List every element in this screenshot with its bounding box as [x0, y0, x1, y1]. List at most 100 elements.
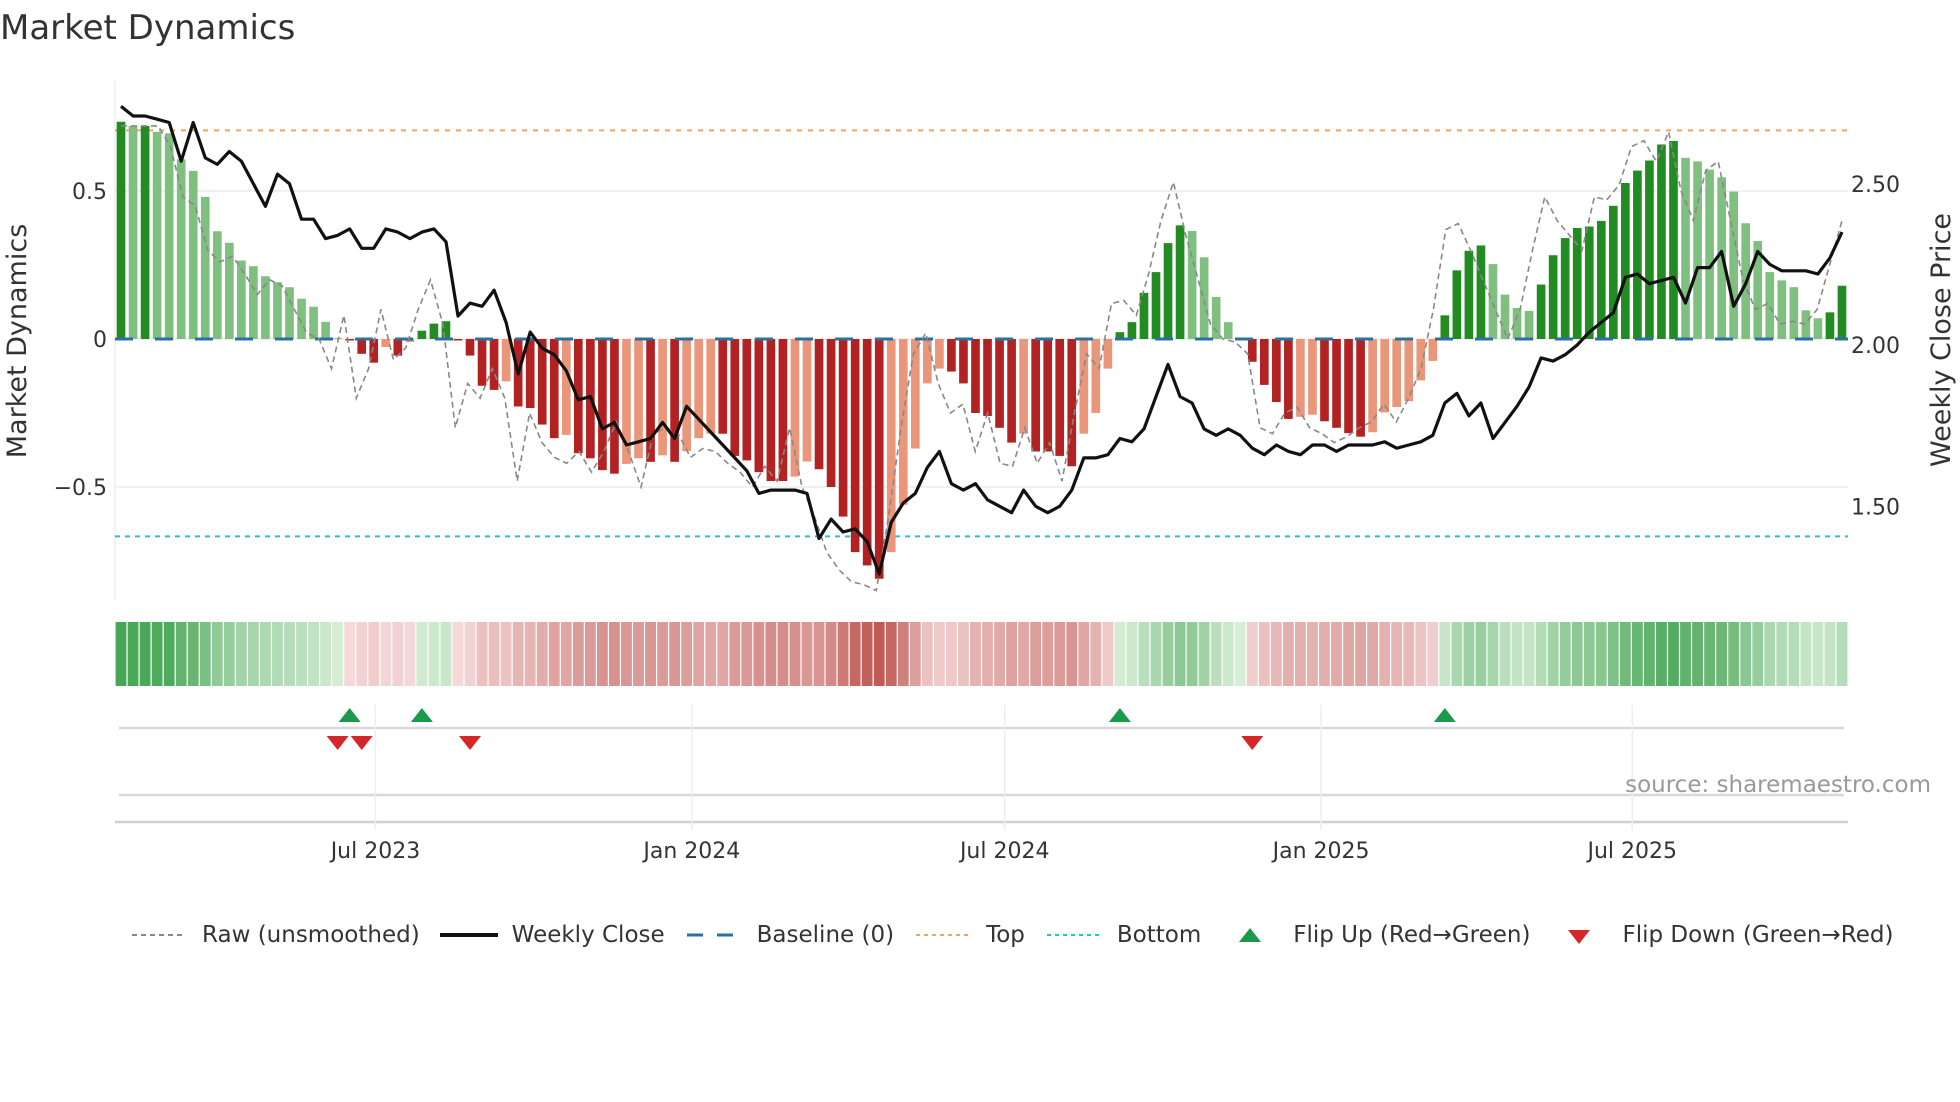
heat-strip-cell: [1102, 622, 1114, 686]
heat-strip-cell: [1788, 622, 1800, 686]
legend-swatch-top: [914, 928, 973, 942]
heat-strip-cell: [873, 622, 885, 686]
heat-strip-cell: [272, 622, 283, 686]
heat-strip-cell: [1704, 622, 1716, 686]
heat-strip-cell: [1234, 622, 1246, 686]
flip-down-marker: [1241, 736, 1264, 750]
x-tick-label: Jan 2025: [1271, 839, 1370, 864]
heat-strip-cell: [440, 622, 452, 686]
dynamics-bar: [790, 339, 800, 477]
y-axis-right: 2.50 2.00 1.50: [1851, 173, 1900, 521]
legend: Raw (unsmoothed) Weekly Close Baseline (0)…: [130, 922, 1913, 948]
dynamics-bar: [814, 339, 824, 470]
dynamics-bar: [898, 339, 908, 505]
heat-strip-cell: [705, 622, 717, 686]
dynamics-bar: [1777, 280, 1787, 339]
dynamics-bar: [1548, 255, 1558, 339]
heat-strip-cell: [1511, 622, 1523, 686]
dynamics-bar: [1681, 157, 1690, 339]
dynamics-bar: [874, 339, 884, 579]
heat-strip-cell: [1403, 622, 1415, 686]
heat-strip-cell: [1054, 622, 1066, 686]
dynamics-bar: [345, 339, 355, 341]
heat-strip-cell: [163, 622, 175, 686]
heat-strip-cell: [320, 622, 332, 686]
dynamics-bar: [862, 339, 872, 566]
heat-strip-cell: [945, 622, 957, 686]
dynamics-bar: [1392, 339, 1402, 408]
legend-item-bottom: Bottom: [1045, 922, 1201, 948]
heat-strip-cell: [982, 622, 993, 686]
heat-strip-cell: [921, 622, 933, 686]
heat-strip-cell: [115, 622, 127, 686]
flip-down-marker: [459, 736, 482, 750]
heat-strip-cell: [1824, 622, 1836, 686]
legend-label: Baseline (0): [756, 922, 895, 948]
dynamics-bar: [1103, 339, 1113, 369]
heat-strip-cell: [753, 622, 765, 686]
dynamics-bar: [598, 339, 607, 471]
dynamics-bar: [1657, 144, 1666, 339]
flip-up-marker: [1108, 708, 1131, 722]
dynamics-bar: [1837, 285, 1847, 339]
heat-strip-cell: [1776, 622, 1788, 686]
heat-strip-cell: [1680, 622, 1691, 686]
heat-strip-cell: [284, 622, 295, 686]
dynamics-bar: [1163, 243, 1173, 339]
dynamics-bar: [1560, 238, 1570, 339]
heat-strip-cell: [1090, 622, 1102, 686]
heat-strip-cell: [1764, 622, 1776, 686]
legend-label: Raw (unsmoothed): [202, 922, 420, 948]
flip-up-marker: [338, 708, 361, 722]
heat-strip-cell: [1391, 622, 1403, 686]
dynamics-bar: [1356, 339, 1365, 437]
dynamics-bar: [1440, 315, 1450, 339]
heat-strip-cell: [1463, 622, 1475, 686]
heat-strip-cell: [1198, 622, 1210, 686]
heat-strip-cell: [861, 622, 873, 686]
dynamics-bar: [1368, 339, 1377, 433]
dynamics-bar: [1139, 292, 1149, 339]
dynamics-bar: [850, 339, 860, 553]
heat-strip-cell: [476, 622, 488, 686]
heat-strip-cell: [633, 622, 644, 686]
dynamics-bar: [959, 339, 968, 384]
heat-strip-cell: [428, 622, 440, 686]
heat-strip-cell: [657, 622, 668, 686]
dynamics-bar: [983, 339, 992, 416]
heat-strip-cell: [717, 622, 729, 686]
dynamics-bar: [357, 339, 367, 354]
heat-strip-cell: [1150, 622, 1162, 686]
dynamics-bar: [658, 339, 667, 456]
heat-strip-cell: [1162, 622, 1174, 686]
source-label: source: sharemaestro.com: [1625, 772, 1931, 798]
dynamics-bar: [1669, 140, 1678, 339]
heat-strip-cell: [958, 622, 969, 686]
legend-label: Flip Down (Green→Red): [1622, 922, 1894, 948]
x-tick-label: Jan 2024: [641, 839, 740, 864]
heat-strip-cell: [332, 622, 344, 686]
dynamics-bar: [1211, 296, 1221, 339]
dynamics-bar: [995, 339, 1004, 428]
heat-strip-cell: [741, 622, 753, 686]
dynamics-bar: [1380, 339, 1389, 413]
dynamics-bar: [1621, 183, 1630, 339]
legend-label: Flip Up (Red→Green): [1293, 922, 1531, 948]
heat-strip-cell: [1836, 622, 1848, 686]
heat-strip-cell: [235, 622, 247, 686]
dynamics-bar: [1043, 339, 1053, 452]
dynamics-bar: [1151, 272, 1161, 339]
heat-strip-cell: [897, 622, 909, 686]
heat-strip-cell: [512, 622, 524, 686]
heat-strip-cell: [380, 622, 392, 686]
heat-strip-cell: [223, 622, 235, 686]
heat-strip-cell: [1126, 622, 1138, 686]
dynamics-bar: [730, 339, 740, 456]
dynamics-bar: [1127, 322, 1137, 339]
dynamics-bar: [116, 121, 126, 340]
heat-strip-cell: [1800, 622, 1812, 686]
heat-strip-cell: [1066, 622, 1078, 686]
heat-strip-cell: [392, 622, 404, 686]
heat-strip-cell: [1006, 622, 1018, 686]
y2-tick-label: 2.00: [1851, 334, 1900, 359]
